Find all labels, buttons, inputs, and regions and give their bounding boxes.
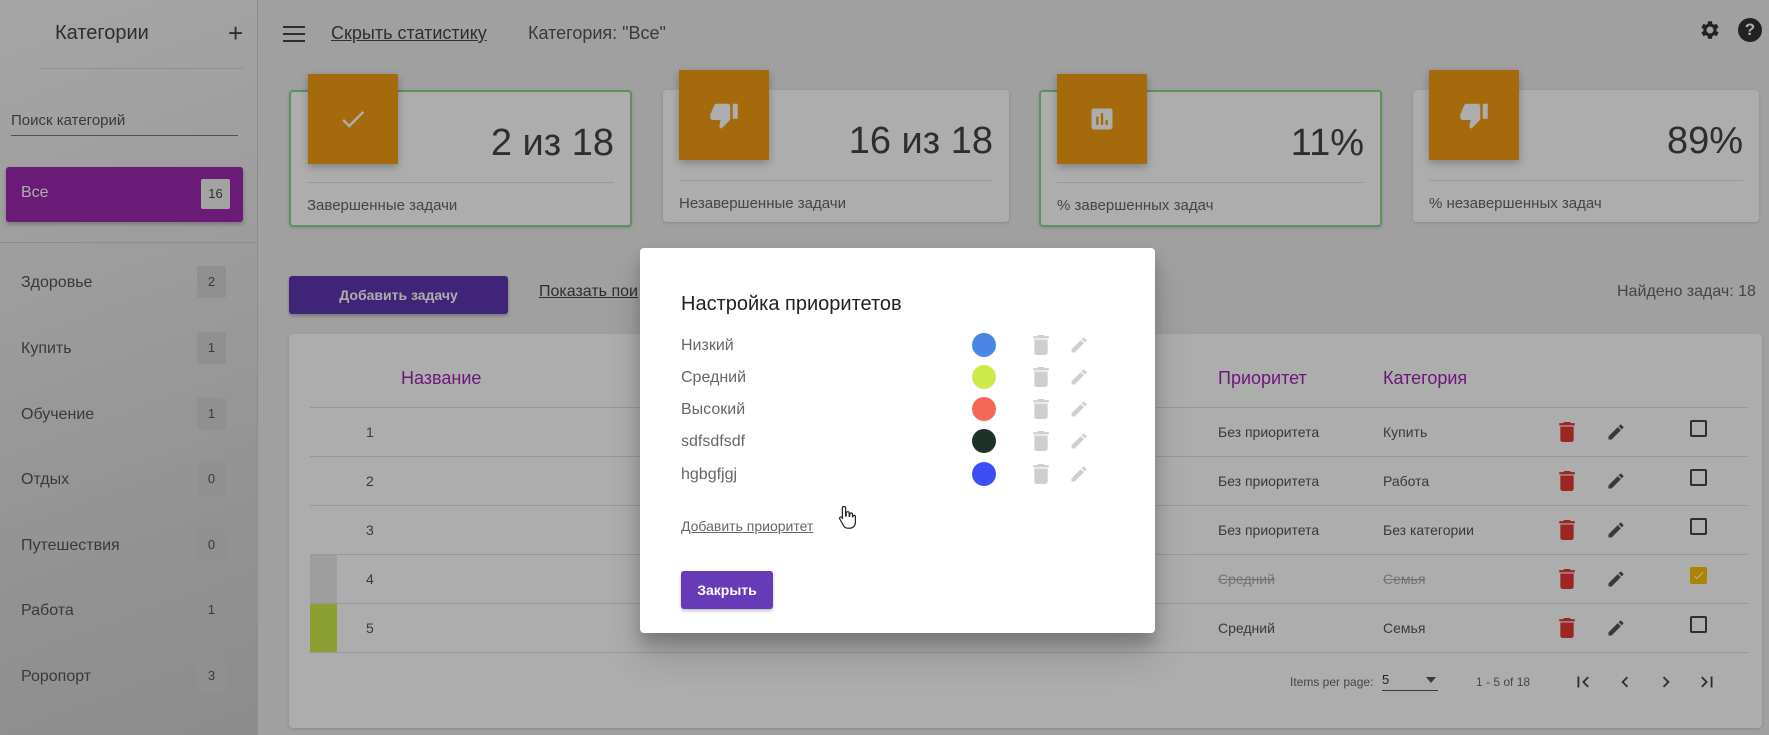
trash-icon[interactable] <box>1033 335 1049 355</box>
priority-row: Высокий <box>681 395 1121 427</box>
priority-name: Высокий <box>681 401 746 418</box>
add-priority-link[interactable]: Добавить приоритет <box>681 518 813 534</box>
hand-cursor-icon <box>838 505 856 529</box>
priority-name: Средний <box>681 369 747 386</box>
priority-color-swatch[interactable] <box>972 365 996 389</box>
priority-name: sdfsdfsdf <box>681 433 746 450</box>
pencil-icon[interactable] <box>1069 431 1089 451</box>
dialog-title: Настройка приоритетов <box>681 293 902 315</box>
trash-icon[interactable] <box>1033 367 1049 387</box>
priority-color-swatch[interactable] <box>972 429 996 453</box>
trash-icon[interactable] <box>1033 399 1049 419</box>
priority-row: sdfsdfsdf <box>681 427 1121 459</box>
pencil-icon[interactable] <box>1069 335 1089 355</box>
priority-row: hgbgfjgj <box>681 460 1121 492</box>
priorities-dialog: Настройка приоритетов Низкий Средний Выс… <box>640 248 1155 633</box>
priority-row: Средний <box>681 363 1121 395</box>
priority-color-swatch[interactable] <box>972 397 996 421</box>
trash-icon[interactable] <box>1033 431 1049 451</box>
pencil-icon[interactable] <box>1069 367 1089 387</box>
priority-color-swatch[interactable] <box>972 333 996 357</box>
priority-color-swatch[interactable] <box>972 462 996 486</box>
trash-icon[interactable] <box>1033 464 1049 484</box>
priority-row: Низкий <box>681 331 1121 363</box>
pencil-icon[interactable] <box>1069 464 1089 484</box>
priority-name: Низкий <box>681 337 734 354</box>
close-button[interactable]: Закрыть <box>681 571 773 609</box>
pencil-icon[interactable] <box>1069 399 1089 419</box>
priority-name: hgbgfjgj <box>681 466 738 483</box>
